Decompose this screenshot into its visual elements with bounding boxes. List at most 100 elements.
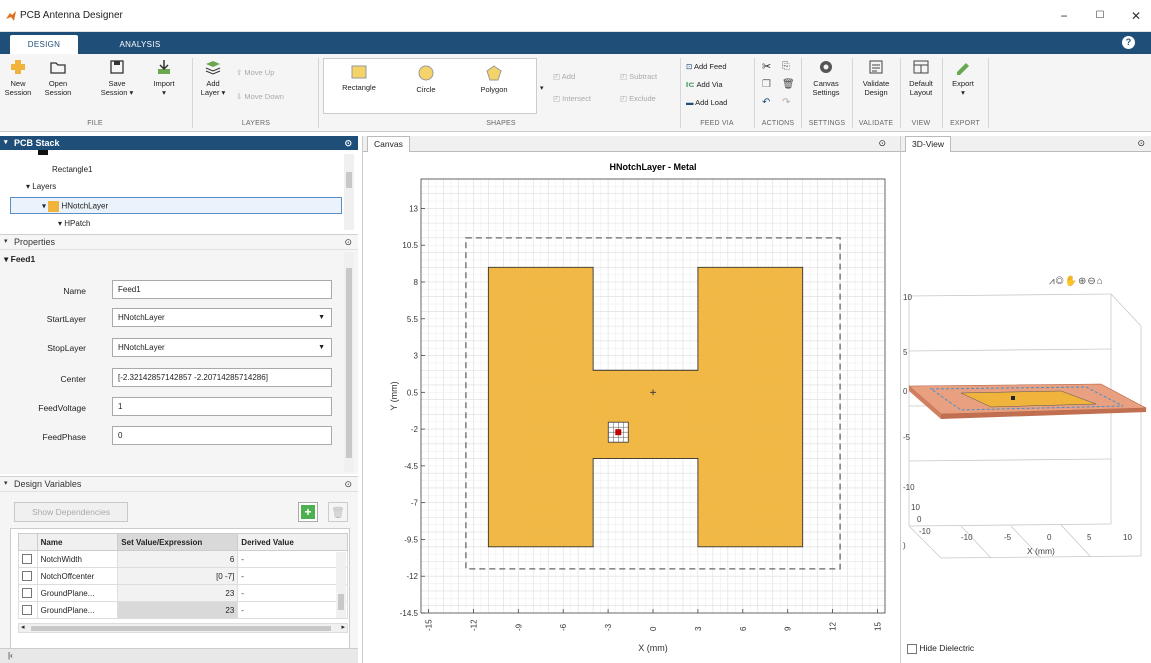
property-group-feed1[interactable]: ▾ Feed1 <box>4 254 35 265</box>
tab-3d-view[interactable]: 3D-View <box>905 136 951 152</box>
show-dependencies-button[interactable]: Show Dependencies <box>14 502 128 522</box>
panel-options-icon[interactable]: ⊙ <box>344 235 352 249</box>
row-checkbox-cell[interactable] <box>18 550 38 568</box>
open-session-button[interactable]: Open Session <box>40 58 76 97</box>
table-vertical-scrollbar[interactable] <box>336 552 346 618</box>
table-row[interactable]: NotchOffcenter [0 -7] - <box>18 567 348 585</box>
startlayer-dropdown[interactable]: HNotchLayer ▼ <box>112 308 332 327</box>
view3d-plot[interactable]: 10 5 0 -5 -10 10 0 -10 ) -10 -5 0 5 10 X… <box>901 286 1151 646</box>
variable-value-cell[interactable]: [0 -7] <box>117 567 239 585</box>
property-feedphase-input[interactable]: 0 <box>112 426 332 445</box>
stoplayer-dropdown[interactable]: HNotchLayer ▼ <box>112 338 332 357</box>
variable-name-cell[interactable]: NotchWidth <box>36 550 119 568</box>
undo-icon[interactable]: ↶ <box>762 98 770 108</box>
tree-item-hnotchlayer[interactable]: ▾ HNotchLayer <box>42 201 108 212</box>
validate-design-button[interactable]: Validate Design <box>855 58 897 97</box>
pcb-stack-header[interactable]: ▾ PCB Stack ⊙ <box>0 136 358 150</box>
default-layout-button[interactable]: Default Layout <box>903 58 939 97</box>
table-horizontal-scrollbar[interactable]: ◂ ▸ <box>18 623 348 633</box>
import-button[interactable]: Import ▾ <box>148 58 180 97</box>
checkbox-box[interactable] <box>907 643 917 654</box>
scroll-right-icon[interactable]: ▸ <box>341 623 345 631</box>
new-session-button[interactable]: New Session <box>2 58 34 97</box>
y-tick-label: -4.5 <box>404 462 418 471</box>
copy-icon[interactable]: ❐ <box>762 80 771 90</box>
scroll-thumb[interactable] <box>31 626 331 631</box>
rectangle-shape-button[interactable]: Rectangle <box>336 65 382 92</box>
help-icon[interactable]: ? <box>1122 36 1135 49</box>
tab-canvas[interactable]: Canvas <box>367 136 410 152</box>
subtract-button[interactable]: ◰ Subtract <box>620 72 657 82</box>
paste-icon[interactable]: ⎘ <box>782 62 790 72</box>
row-checkbox[interactable] <box>22 554 32 564</box>
property-name-input[interactable]: Feed1 <box>112 280 332 299</box>
variable-name-cell[interactable]: GroundPlane... <box>36 584 119 602</box>
pcb-layout-plot[interactable]: HNotchLayer - Metal -15 -12 -9 -6 -3 0 3 6 9 12 15 1… <box>363 152 901 663</box>
panel-options-icon[interactable]: ⊙ <box>344 136 352 150</box>
scroll-thumb[interactable] <box>346 172 352 188</box>
column-header-name[interactable]: Name <box>36 533 119 551</box>
cut-icon[interactable]: ✂ <box>762 62 771 73</box>
move-down-button[interactable]: ⇩ Move Down <box>236 92 284 102</box>
variable-value-cell[interactable]: 23 <box>117 584 239 602</box>
tab-analysis[interactable]: ANALYSIS <box>105 35 175 54</box>
circle-shape-button[interactable]: Circle <box>408 65 444 94</box>
hide-dielectric-checkbox[interactable]: Hide Dielectric <box>907 643 974 654</box>
properties-scrollbar[interactable] <box>344 252 354 472</box>
maximize-button[interactable]: ☐ <box>1090 8 1110 24</box>
row-checkbox[interactable] <box>22 588 32 598</box>
delete-variable-button[interactable]: 🗑 <box>328 502 348 522</box>
tree-item-rectangle1[interactable]: Rectangle1 <box>52 165 92 174</box>
polygon-shape-button[interactable]: Polygon <box>472 65 516 94</box>
delete-icon[interactable]: 🗑 <box>782 80 795 90</box>
variable-name-cell[interactable]: GroundPlane... <box>36 601 119 619</box>
row-checkbox-cell[interactable] <box>18 567 38 585</box>
ribbon-separator <box>754 58 755 128</box>
design-variables-header[interactable]: ▾ Design Variables ⊙ <box>0 476 358 492</box>
export-button[interactable]: Export ▾ <box>946 58 980 97</box>
row-checkbox-cell[interactable] <box>18 601 38 619</box>
save-session-button[interactable]: Save Session ▾ <box>96 58 138 97</box>
add-feed-button[interactable]: ⊡ Add Feed <box>686 62 727 72</box>
column-header-derived[interactable]: Derived Value <box>237 533 348 551</box>
variable-value-cell[interactable]: 23 <box>117 601 239 619</box>
tab-design[interactable]: DESIGN <box>10 35 78 54</box>
shapes-expand-icon[interactable]: ▾ <box>540 84 544 92</box>
y-tick-label: -10 <box>919 527 931 536</box>
minimize-button[interactable]: − <box>1054 8 1074 24</box>
canvas-options-icon[interactable]: ⊙ <box>878 138 886 149</box>
variable-value-cell[interactable]: 6 <box>117 550 239 568</box>
row-checkbox[interactable] <box>22 571 32 581</box>
scroll-thumb[interactable] <box>346 268 352 458</box>
property-feedvoltage-input[interactable]: 1 <box>112 397 332 416</box>
row-checkbox-cell[interactable] <box>18 584 38 602</box>
scroll-left-icon[interactable]: ◂ <box>21 623 25 631</box>
property-center-input[interactable]: [-2.32142857142857 -2.20714285714286] <box>112 368 332 387</box>
close-button[interactable]: ✕ <box>1126 8 1146 24</box>
tree-item-hpatch[interactable]: ▾ HPatch <box>58 219 90 228</box>
feed-point[interactable] <box>615 429 622 436</box>
row-checkbox[interactable] <box>22 605 32 615</box>
add-load-button[interactable]: ▬ Add Load <box>686 98 727 108</box>
add-shape-button[interactable]: ◰ Add <box>553 72 575 82</box>
exclude-button[interactable]: ◰ Exclude <box>620 94 656 104</box>
redo-icon[interactable]: ↷ <box>782 98 790 108</box>
properties-header[interactable]: ▾ Properties ⊙ <box>0 234 358 250</box>
add-layer-button[interactable]: Add Layer ▾ <box>196 58 230 97</box>
column-header-value[interactable]: Set Value/Expression <box>117 533 239 551</box>
tree-item-layers[interactable]: ▾ Layers <box>26 182 56 191</box>
pcb-stack-scrollbar[interactable] <box>344 154 354 230</box>
canvas-settings-button[interactable]: Canvas Settings <box>804 58 848 97</box>
variable-name-cell[interactable]: NotchOffcenter <box>36 567 119 585</box>
table-row[interactable]: NotchWidth 6 - <box>18 550 348 568</box>
ribbon-separator <box>192 58 193 128</box>
table-row[interactable]: GroundPlane... 23 - <box>18 584 348 602</box>
view3d-options-icon[interactable]: ⊙ <box>1137 138 1145 149</box>
add-variable-button[interactable]: + <box>298 502 318 522</box>
table-row[interactable]: GroundPlane... 23 - <box>18 601 348 619</box>
intersect-button[interactable]: ◰ Intersect <box>553 94 591 104</box>
add-via-button[interactable]: I⊂ Add Via <box>686 80 723 90</box>
scroll-thumb[interactable] <box>338 594 344 610</box>
move-up-button[interactable]: ⇧ Move Up <box>236 68 274 78</box>
panel-options-icon[interactable]: ⊙ <box>344 477 352 491</box>
